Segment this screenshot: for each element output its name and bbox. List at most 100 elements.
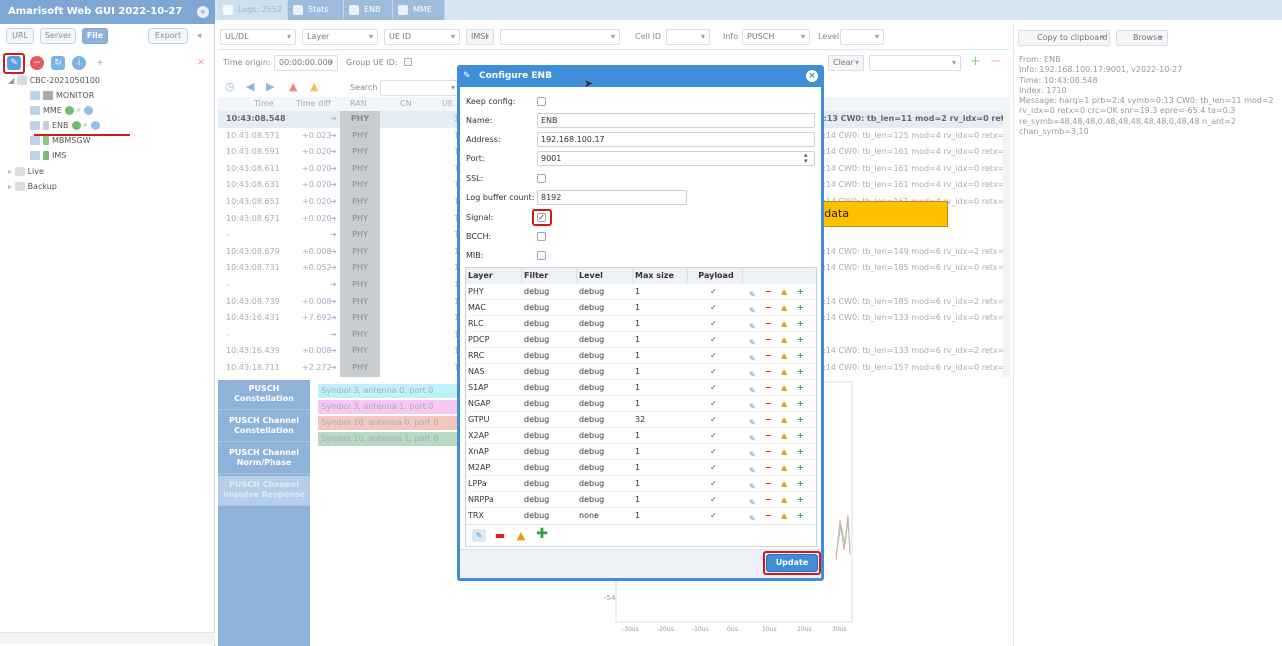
warning-icon[interactable]: ▲ [781,300,790,312]
edit-icon[interactable]: ✎ [749,511,758,523]
cell-max-size[interactable]: 1 [635,444,640,460]
add-icon[interactable]: + [797,444,806,456]
cell-filter[interactable]: debug [524,396,549,412]
warning-icon[interactable]: ▲ [781,508,790,520]
address-input[interactable]: 192.168.100.17 [537,132,815,147]
add-icon[interactable]: + [797,364,806,376]
nav-pusch-channel-constellation[interactable]: PUSCH Channel Constellation [218,412,310,442]
cell-max-size[interactable]: 1 [635,348,640,364]
cell-id-select[interactable] [666,29,710,45]
warning-icon[interactable]: ▲ [781,476,790,488]
payload-check-icon[interactable]: ✓ [710,492,717,508]
warning-icon[interactable]: ▲ [781,284,790,296]
edit-icon[interactable]: ✎ [749,383,758,395]
warning-icon[interactable]: ▲ [781,380,790,392]
error-icon[interactable]: ▲ [289,80,297,93]
cell-filter[interactable]: debug [524,428,549,444]
tree-item-mbmsgw[interactable]: MBMSGW [30,136,90,151]
edit-icon[interactable]: ✎ [749,351,758,363]
warning-icon[interactable]: ▲ [310,80,318,93]
layer-row[interactable]: NAS debug debug 1 ✓ ✎ − ▲ + [466,363,816,379]
cell-level[interactable]: debug [579,412,604,428]
cell-filter[interactable]: debug [524,460,549,476]
col-level[interactable]: Level [577,268,633,283]
layer-row[interactable]: NGAP debug debug 1 ✓ ✎ − ▲ + [466,395,816,411]
payload-check-icon[interactable]: ✓ [710,332,717,348]
layer-mode-select[interactable]: UL/DL [220,29,296,45]
cell-max-size[interactable]: 1 [635,428,640,444]
remove-icon[interactable]: − [765,380,774,392]
remove-icon[interactable]: − [765,428,774,440]
add-icon[interactable]: + [797,476,806,488]
add-filter-icon[interactable]: + [970,55,981,68]
warning-icon[interactable]: ▲ [781,316,790,328]
tree-backup[interactable]: ▸ Backup [8,182,57,197]
tree-live[interactable]: ▸ Live [8,167,44,182]
cell-max-size[interactable]: 32 [635,412,645,428]
ue-id-select[interactable]: UE ID [384,29,460,45]
warning-icon[interactable]: ▲ [514,529,528,542]
remove-icon[interactable]: ▬ [493,529,507,542]
add-icon[interactable]: + [797,316,806,328]
cell-max-size[interactable]: 1 [635,380,640,396]
layer-row[interactable]: LPPa debug debug 1 ✓ ✎ − ▲ + [466,475,816,491]
edit-icon[interactable]: ✎ [749,287,758,299]
layer-row[interactable]: GTPU debug debug 32 ✓ ✎ − ▲ + [466,411,816,427]
layer-row[interactable]: XnAP debug debug 1 ✓ ✎ − ▲ + [466,443,816,459]
arrow-right-icon[interactable]: ▶ [266,80,274,93]
cell-filter[interactable]: debug [524,284,549,300]
remove-icon[interactable]: − [765,348,774,360]
payload-check-icon[interactable]: ✓ [710,364,717,380]
layer-row[interactable]: S1AP debug debug 1 ✓ ✎ − ▲ + [466,379,816,395]
payload-check-icon[interactable]: ✓ [710,380,717,396]
tree-item-mme[interactable]: MME ⚡ [30,106,94,121]
export-button[interactable]: Export [148,28,188,44]
layer-row[interactable]: X2AP debug debug 1 ✓ ✎ − ▲ + [466,427,816,443]
cell-filter[interactable]: debug [524,508,549,524]
payload-check-icon[interactable]: ✓ [710,428,717,444]
search-input[interactable] [380,80,460,96]
tab-logs[interactable]: Logs: 2552 [218,0,288,20]
remove-icon[interactable]: − [765,460,774,472]
edit-icon[interactable]: ✎ [749,399,758,411]
file-button[interactable]: File [82,28,108,44]
cell-level[interactable]: debug [579,396,604,412]
col-time-diff[interactable]: Time diff [296,97,336,111]
cell-filter[interactable]: debug [524,444,549,460]
remove-icon[interactable]: − [765,316,774,328]
cell-max-size[interactable]: 1 [635,364,640,380]
add-icon[interactable]: + [797,460,806,472]
remove-icon[interactable]: − [765,444,774,456]
layer-row[interactable]: MAC debug debug 1 ✓ ✎ − ▲ + [466,299,816,315]
edit-icon[interactable]: ✎ [472,529,486,542]
edit-icon[interactable]: ✎ [749,447,758,459]
layer-row[interactable]: PHY debug debug 1 ✓ ✎ − ▲ + [466,283,816,299]
tree-root[interactable]: ◢ CBC-2021050100 [8,76,100,91]
arrow-left-icon[interactable]: ◀ [246,80,254,93]
cell-filter[interactable]: debug [524,364,549,380]
browse-button[interactable]: Browse [1116,30,1168,46]
payload-check-icon[interactable]: ✓ [710,300,717,316]
cell-filter[interactable]: debug [524,300,549,316]
name-input[interactable]: ENB [537,113,815,128]
col-time[interactable]: Time [254,97,278,111]
payload-check-icon[interactable]: ✓ [710,396,717,412]
edit-icon[interactable]: ✎ [749,495,758,507]
tab-stats[interactable]: Stats [288,0,344,20]
cell-max-size[interactable]: 1 [635,460,640,476]
clear-button[interactable]: Clear [828,55,864,71]
table-scrollbar[interactable] [1003,97,1010,377]
nav-pusch-channel-impulse-response[interactable]: PUSCH Channel Impulse Response [218,476,310,506]
remove-icon[interactable]: − [765,396,774,408]
port-stepper[interactable]: 9001 [537,151,815,166]
cell-level[interactable]: debug [579,444,604,460]
close-icon[interactable]: ✕ [194,56,208,70]
edit-icon[interactable]: ✎ [749,303,758,315]
tab-enb[interactable]: ENB [344,0,393,20]
layer-select[interactable]: Layer [302,29,378,45]
time-origin-input[interactable]: 00:00:00.000 [274,55,338,71]
layer-row[interactable]: TRX debug none 1 ✓ ✎ − ▲ + [466,507,816,523]
cell-filter[interactable]: debug [524,348,549,364]
close-icon[interactable]: × [806,70,818,82]
tree-item-monitor[interactable]: MONITOR [30,91,94,106]
